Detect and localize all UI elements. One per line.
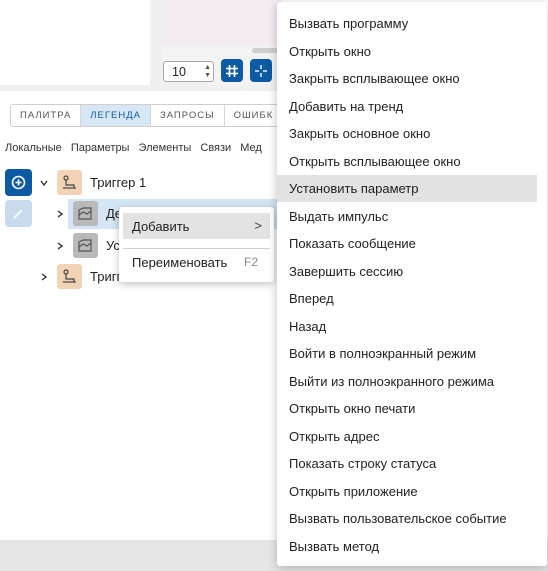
chevron-right-icon[interactable] [39, 272, 49, 282]
edit-button[interactable] [5, 200, 32, 227]
submenu-item[interactable]: Открыть всплывающее окно [277, 148, 537, 175]
submenu-item[interactable]: Добавить на тренд [277, 93, 537, 120]
submenu-item[interactable]: Вызвать метод [277, 533, 537, 560]
panel-tabs: ПАЛИТРА ЛЕГЕНДА ЗАПРОСЫ ОШИБК [10, 104, 285, 127]
submenu-item[interactable]: Открыть адрес [277, 423, 537, 450]
chevron-right-icon: > [254, 218, 262, 233]
menu-item-label: Добавить [132, 218, 190, 234]
tree-node-trigger-2[interactable]: Тригг [39, 264, 121, 289]
chevron-right-icon[interactable] [55, 209, 65, 219]
tab-queries[interactable]: ЗАПРОСЫ [151, 105, 225, 126]
shortcut-hint: F2 [243, 255, 258, 269]
submenu-item[interactable]: Завершить сессию [277, 258, 537, 285]
tab-legend[interactable]: ЛЕГЕНДА [81, 105, 151, 126]
add-submenu: Вызвать программу Открыть окно Закрыть всп… [277, 2, 547, 566]
grid-button[interactable] [221, 59, 243, 82]
submenu-item[interactable]: Закрыть основное окно [277, 120, 537, 147]
subtab-links[interactable]: Связи [200, 142, 231, 154]
submenu-item[interactable]: Назад [277, 313, 537, 340]
pencil-icon [13, 209, 23, 219]
canvas-area[interactable] [162, 0, 282, 45]
move-button[interactable] [250, 59, 272, 82]
panel-gutter [150, 0, 162, 85]
submenu-item[interactable]: Вызвать программу [277, 10, 537, 37]
submenu-item[interactable]: Выйти из полноэкранного режима [277, 368, 537, 395]
tab-palette[interactable]: ПАЛИТРА [11, 105, 82, 126]
subtab-local[interactable]: Локальные [5, 142, 62, 154]
submenu-item[interactable]: Открыть окно [277, 38, 537, 65]
tree-node-trigger-1[interactable]: Триггер 1 [39, 170, 146, 195]
subtab-elements[interactable]: Элементы [139, 142, 192, 154]
trigger-icon [57, 264, 82, 289]
move-icon [255, 64, 267, 77]
plus-circle-icon [11, 175, 26, 190]
submenu-item[interactable]: Вперед [277, 285, 537, 312]
menu-item-rename[interactable]: Переименовать F2 [123, 249, 270, 275]
add-button[interactable] [5, 169, 32, 196]
tab-errors[interactable]: ОШИБК [225, 105, 284, 126]
submenu-item[interactable]: Вызвать пользовательское событие [277, 505, 537, 532]
submenu-item[interactable]: Открыть окно печати [277, 395, 537, 422]
grid-icon [226, 64, 238, 77]
condition-icon [73, 233, 98, 258]
submenu-item[interactable]: Показать строку статуса [277, 450, 537, 477]
zoom-stepper[interactable]: 10 ▲ ▼ [163, 61, 214, 82]
submenu-item[interactable]: Закрыть всплывающее окно [277, 65, 537, 92]
tree-node-child-2[interactable]: Ус [55, 233, 120, 258]
subtab-parameters[interactable]: Параметры [71, 142, 130, 154]
chevron-down-icon[interactable] [39, 178, 49, 188]
stepper-arrows-icon[interactable]: ▲ ▼ [204, 64, 211, 80]
menu-item-add[interactable]: Добавить > [123, 213, 270, 239]
panel-divider [0, 85, 282, 91]
submenu-item[interactable]: Войти в полноэкранный режим [277, 340, 537, 367]
submenu-item[interactable]: Открыть приложение [277, 478, 537, 505]
tree-node-label: Триггер 1 [90, 175, 147, 190]
tree-node-child-1[interactable]: Де [55, 201, 122, 226]
chevron-right-icon[interactable] [55, 241, 65, 251]
tree-node-label: Ус [106, 238, 120, 253]
zoom-value[interactable]: 10 [172, 65, 186, 79]
subtab-media[interactable]: Мед [240, 142, 262, 154]
context-menu: Добавить > Переименовать F2 [119, 207, 274, 282]
submenu-item[interactable]: Установить параметр [277, 175, 537, 202]
menu-item-label: Переименовать [132, 254, 228, 270]
tree-node-label: Тригг [90, 269, 122, 284]
trigger-icon [57, 170, 82, 195]
submenu-item[interactable]: Выдать импульс [277, 203, 537, 230]
submenu-item[interactable]: Показать сообщение [277, 230, 537, 257]
action-icon [73, 201, 98, 226]
legend-subtabs: Локальные Параметры Элементы Связи Мед [5, 142, 268, 154]
